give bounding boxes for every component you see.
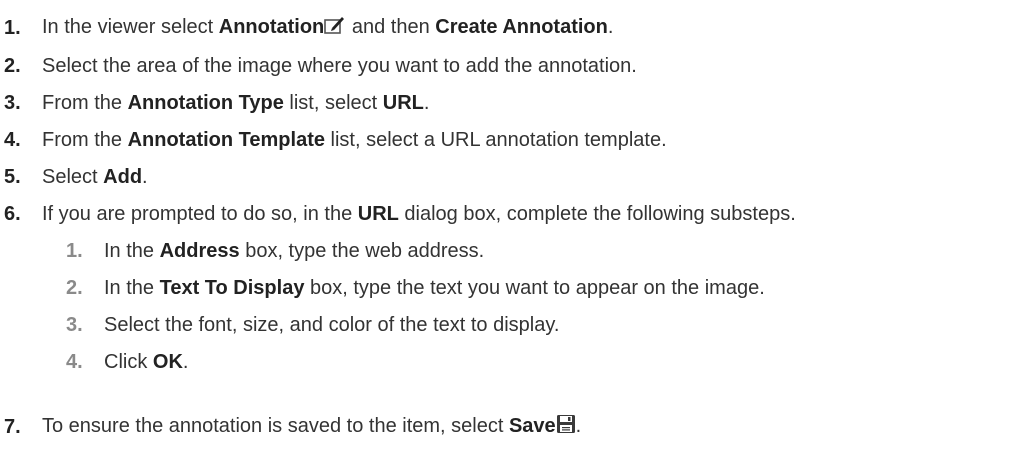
substep-2: 2. In the Text To Display box, type the … (62, 272, 765, 304)
step-number: 3. (4, 91, 21, 114)
annotation-edit-icon (324, 15, 346, 41)
substep-text: Select the font, size, and color of the … (104, 313, 560, 336)
step-text: Select the area of the image where you w… (42, 54, 637, 77)
step-number: 6. (4, 202, 21, 225)
save-disk-icon (556, 414, 576, 440)
substep-4: 4. Click OK. (62, 346, 188, 378)
substep-text: In the Address box, type the web address… (104, 239, 485, 262)
step-3: 3. From the Annotation Type list, select… (0, 87, 429, 119)
substep-number: 3. (66, 313, 83, 336)
step-text: Select Add. (42, 165, 148, 188)
step-text: From the Annotation Type list, select UR… (42, 91, 430, 114)
step-number: 2. (4, 54, 21, 77)
step-number: 1. (4, 16, 21, 39)
step-number: 7. (4, 415, 21, 438)
step-text: If you are prompted to do so, in the URL… (42, 202, 796, 225)
step-4: 4. From the Annotation Template list, se… (0, 124, 667, 156)
step-number: 5. (4, 165, 21, 188)
substep-text: In the Text To Display box, type the tex… (104, 276, 765, 299)
step-text: In the viewer select Annotation and then… (42, 15, 613, 41)
step-2: 2. Select the area of the image where yo… (0, 50, 637, 82)
step-text: From the Annotation Template list, selec… (42, 128, 667, 151)
step-1: 1. In the viewer select Annotation and t… (0, 12, 613, 44)
step-6: 6. If you are prompted to do so, in the … (0, 198, 796, 230)
substep-1: 1. In the Address box, type the web addr… (62, 235, 484, 267)
substep-3: 3. Select the font, size, and color of t… (62, 309, 559, 341)
step-number: 4. (4, 128, 21, 151)
step-text: To ensure the annotation is saved to the… (42, 414, 581, 440)
substep-number: 2. (66, 276, 83, 299)
substep-number: 1. (66, 239, 83, 262)
substep-text: Click OK. (104, 350, 189, 373)
step-5: 5. Select Add. (0, 161, 148, 193)
step-7: 7. To ensure the annotation is saved to … (0, 411, 581, 443)
substep-number: 4. (66, 350, 83, 373)
